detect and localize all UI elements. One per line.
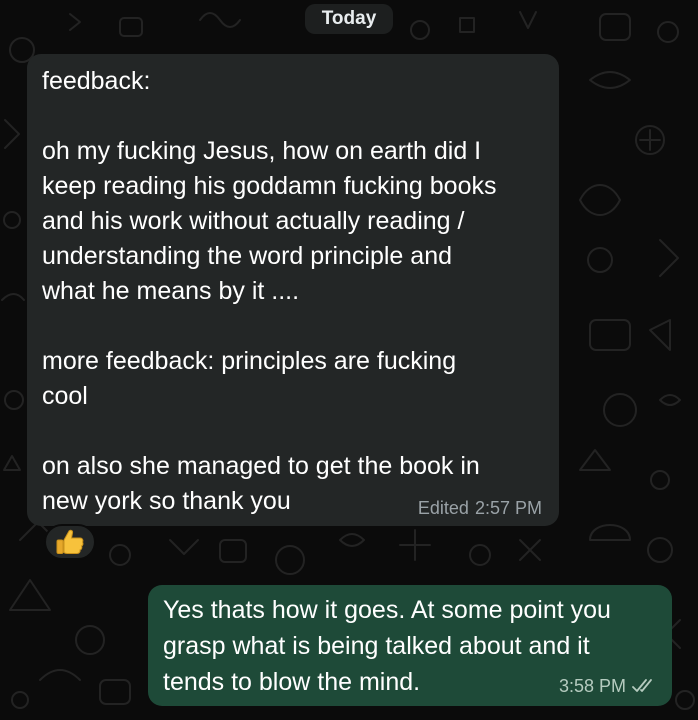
message-text-line: keep reading his goddamn fucking books: [42, 172, 497, 200]
message-text-line: what he means by it ....: [42, 277, 300, 305]
message-timestamp: 3:58 PM: [558, 676, 626, 696]
double-check-icon: [632, 679, 652, 692]
message-text-line: grasp what is being talked about and it: [163, 632, 590, 660]
message-text-line: more feedback: principles are fucking: [42, 347, 457, 375]
message-text-line: cool: [42, 382, 88, 410]
message-meta: 3:58 PM: [559, 676, 658, 696]
message-meta: Edited 2:57 PM: [418, 498, 542, 518]
message-text-line: feedback:: [42, 67, 151, 95]
edited-label: Edited: [417, 498, 469, 518]
message-text-line: on also she managed to get the book in: [42, 452, 480, 480]
reaction-badge[interactable]: [44, 524, 96, 560]
outgoing-message-bubble[interactable]: Yes thats how it goes. At some point you…: [148, 585, 672, 706]
thumbs-up-icon: [56, 529, 84, 554]
message-text-line: understanding the word principle and: [42, 242, 452, 270]
incoming-message-bubble[interactable]: feedback: oh my fucking Jesus, how on ea…: [27, 54, 559, 526]
message-text-line: [42, 99, 543, 134]
message-text-line: oh my fucking Jesus, how on earth did I: [42, 137, 482, 165]
date-divider: Today: [305, 4, 393, 34]
message-text-line: Yes thats how it goes. At some point you: [163, 596, 611, 624]
message-text-line: [42, 414, 543, 449]
message-timestamp: 2:57 PM: [474, 498, 542, 518]
message-text-line: [42, 309, 543, 344]
message-text-line: and his work without actually reading /: [42, 207, 465, 235]
